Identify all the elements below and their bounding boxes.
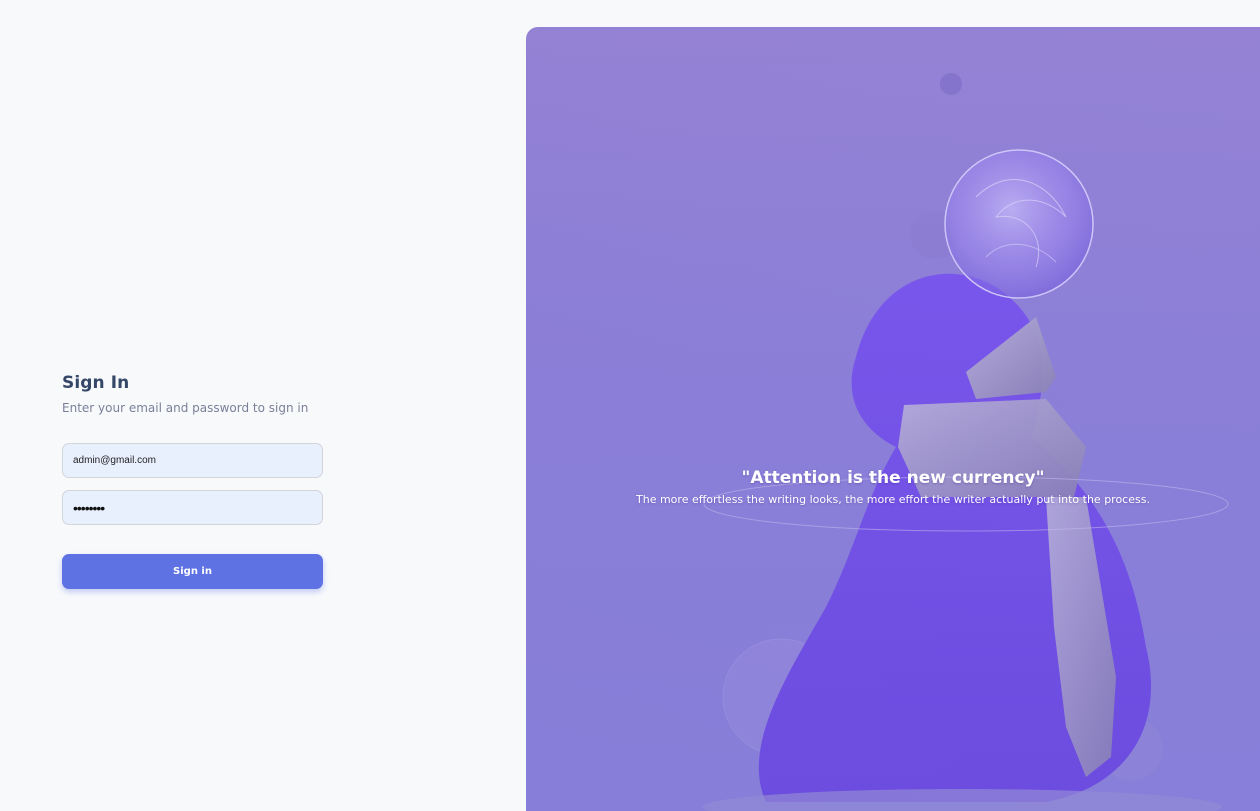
hero-quote: "Attention is the new currency" — [741, 468, 1045, 488]
sign-in-subtitle: Enter your email and password to sign in — [62, 401, 309, 415]
hero-quote-block: "Attention is the new currency" The more… — [526, 468, 1260, 506]
sign-in-page: Sign In Enter your email and password to… — [0, 0, 1260, 811]
password-field[interactable] — [62, 490, 323, 525]
email-field[interactable] — [62, 443, 323, 478]
hero-overlay — [526, 27, 1260, 811]
sign-in-title: Sign In — [62, 373, 130, 393]
sign-in-button[interactable]: Sign in — [62, 554, 323, 589]
sign-in-form: Sign In Enter your email and password to… — [62, 373, 323, 589]
hero-panel: "Attention is the new currency" The more… — [526, 27, 1260, 811]
hero-subtext: The more effortless the writing looks, t… — [636, 493, 1150, 506]
